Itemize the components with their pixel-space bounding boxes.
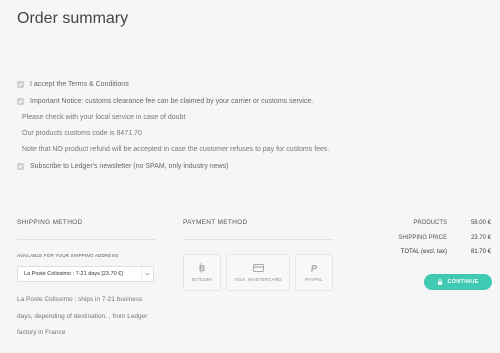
- payment-method-heading: PAYMENT METHOD: [183, 219, 248, 226]
- payment-option-bitcoin[interactable]: B BITCOIN: [183, 254, 221, 291]
- shipping-option-value: La Poste Colissimo : 7-21 days [23.70 €]: [24, 271, 123, 277]
- svg-text:P: P: [311, 265, 318, 274]
- newsletter-checkbox[interactable]: [17, 163, 24, 170]
- products-value: 58.00 €: [470, 220, 491, 227]
- shipping-price-label: SHIPPING PRICE: [398, 234, 447, 241]
- svg-text:B: B: [199, 265, 206, 274]
- payment-option-card[interactable]: VISA, MASTERCARD: [226, 254, 290, 291]
- notice-line: Our products customs code is 8471.70: [22, 130, 142, 137]
- terms-checkbox-row[interactable]: I accept the Terms & Conditions: [17, 76, 487, 93]
- agreements-section: I accept the Terms & Conditions Importan…: [17, 76, 487, 175]
- checkmark-icon: [18, 82, 23, 87]
- shipping-price-value: 23.70 €: [470, 234, 491, 241]
- paypal-icon: P: [310, 263, 318, 274]
- shipping-method-heading: SHIPPING METHOD: [17, 219, 83, 226]
- total-row: TOTAL (excl. tax) 81.70 €: [375, 245, 491, 260]
- total-value: 81.70 €: [470, 249, 491, 256]
- bitcoin-icon: B: [198, 263, 206, 273]
- checkmark-icon: [18, 164, 23, 169]
- terms-label: I accept the Terms & Conditions: [30, 81, 129, 88]
- payment-divider: [183, 239, 333, 240]
- payment-option-label: VISA, MASTERCARD: [234, 277, 282, 282]
- products-label: PRODUCTS: [413, 220, 447, 227]
- notice-checkbox[interactable]: [17, 98, 24, 105]
- shipping-description: La Poste Colissimo : ships in 7-21 busin…: [17, 296, 148, 336]
- payment-methods: B BITCOIN VISA, MASTERCARD P PAYPAL: [183, 254, 338, 291]
- payment-option-label: BITCOIN: [192, 277, 212, 282]
- credit-card-icon: [252, 263, 264, 273]
- shipping-address-label: AVAILABLE FOR YOUR SHIPPING ADDRESS:: [17, 253, 120, 258]
- shipping-price-row: SHIPPING PRICE 23.70 €: [375, 231, 491, 246]
- terms-checkbox[interactable]: [17, 81, 24, 88]
- shipping-option-select[interactable]: La Poste Colissimo : 7-21 days [23.70 €]: [17, 266, 154, 282]
- page-title: Order summary: [17, 10, 129, 27]
- newsletter-label: Subscribe to Ledger's newsletter (no SPA…: [30, 163, 229, 170]
- shipping-divider: [17, 239, 156, 240]
- continue-label: CONTINUE: [447, 279, 479, 285]
- checkmark-icon: [18, 99, 23, 104]
- continue-button[interactable]: CONTINUE: [424, 274, 492, 290]
- chevron-down-icon[interactable]: [141, 267, 153, 281]
- payment-option-label: PAYPAL: [305, 277, 323, 282]
- notice-line: Note that NO product refund will be acce…: [22, 146, 330, 153]
- products-row: PRODUCTS 58.00 €: [375, 216, 491, 231]
- notice-checkbox-row[interactable]: Important Notice: customs clearance fee …: [17, 93, 487, 110]
- order-totals: PRODUCTS 58.00 € SHIPPING PRICE 23.70 € …: [375, 216, 491, 260]
- payment-option-paypal[interactable]: P PAYPAL: [295, 254, 333, 291]
- lock-icon: [438, 279, 443, 285]
- notice-line: Please check with your local service in …: [22, 114, 186, 121]
- newsletter-checkbox-row[interactable]: Subscribe to Ledger's newsletter (no SPA…: [17, 158, 487, 175]
- notice-label: Important Notice: customs clearance fee …: [30, 98, 314, 105]
- total-label: TOTAL (excl. tax): [400, 249, 447, 256]
